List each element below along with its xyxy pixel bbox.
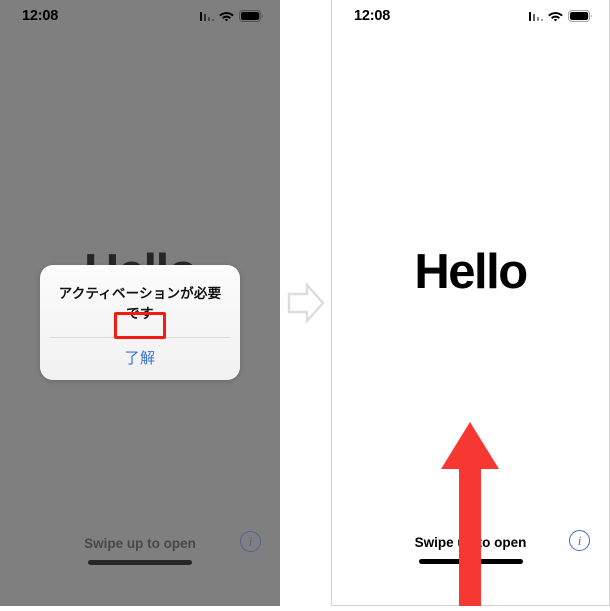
status-icons-after [528, 10, 594, 22]
status-bar-before: 12:08 [0, 0, 280, 32]
lock-screen-greeting-after: Hello [414, 245, 528, 299]
wifi-icon [548, 11, 563, 22]
right-arrow-icon [287, 281, 325, 325]
status-time-after: 12:08 [354, 8, 391, 24]
status-bar-after: 12:08 [332, 0, 609, 32]
battery-icon [568, 10, 593, 22]
alert-actions: 了解 [40, 338, 240, 380]
screenshot-canvas: Hello Swipe up to open i 12:08 [0, 0, 610, 606]
info-icon-after[interactable]: i [569, 530, 590, 551]
cellular-signal-icon [199, 11, 214, 21]
alert-confirm-button[interactable]: 了解 [115, 345, 164, 370]
cellular-signal-icon [528, 11, 543, 21]
wifi-icon [219, 11, 234, 22]
swipe-up-arrow [441, 422, 499, 606]
highlight-box-confirm-button [114, 312, 166, 339]
phone-screen-before: Hello Swipe up to open i 12:08 [0, 0, 280, 606]
status-time-before: 12:08 [22, 8, 59, 24]
status-icons-before [199, 10, 265, 22]
battery-icon [239, 10, 264, 22]
